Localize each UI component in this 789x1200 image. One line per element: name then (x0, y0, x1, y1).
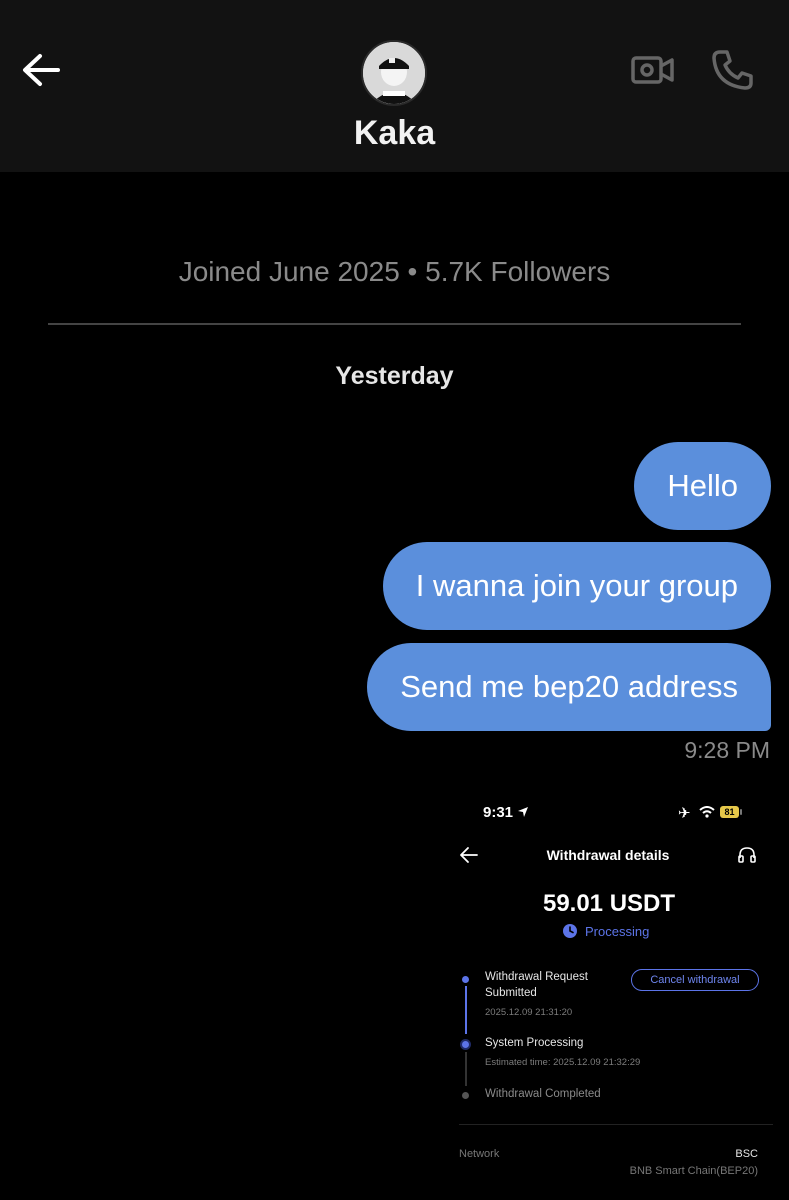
step-title: Withdrawal Request Submitted (485, 971, 588, 999)
status-bar-time: 9:31 (483, 804, 514, 821)
message-bubble[interactable]: I wanna join your group (382, 542, 771, 630)
timeline-dot-pending (462, 1092, 469, 1099)
profile-meta: Joined June 2025 • 5.7K Followers (178, 256, 611, 287)
network-label: Network (459, 1148, 500, 1160)
timeline-line-completed (464, 986, 467, 1034)
date-separator: Yesterday (335, 362, 454, 390)
phone-icon (712, 50, 753, 90)
divider (459, 1124, 773, 1125)
profile-avatar (363, 42, 425, 104)
network-value: BSC (735, 1148, 758, 1160)
message-bubble[interactable]: Hello (634, 442, 771, 530)
image-attachment[interactable]: 9:31 ✈ 81 Withdrawal details 59.01 USDT … (445, 790, 789, 1200)
video-call-button[interactable] (630, 50, 676, 90)
voice-call-button[interactable] (710, 48, 756, 92)
timeline-line-pending (464, 1052, 467, 1086)
headset-icon (738, 847, 756, 863)
back-button[interactable] (20, 52, 62, 88)
video-camera-icon (631, 56, 674, 84)
cancel-withdrawal-button[interactable]: Cancel withdrawal (631, 969, 759, 991)
step-detail: Estimated time: 2025.12.09 21:32:29 (485, 1057, 641, 1068)
withdrawal-title: Withdrawal details (546, 847, 670, 863)
step-detail: 2025.12.09 21:31:20 (485, 1007, 573, 1018)
message-timestamp: 9:28 PM (684, 737, 770, 763)
battery-indicator: 81 (720, 806, 739, 818)
clock-icon (563, 924, 577, 938)
timeline-dot-current (462, 1041, 469, 1048)
step-title: Withdrawal Completed (485, 1088, 601, 1100)
airplane-icon: ✈ (678, 805, 691, 822)
wifi-icon (699, 806, 715, 818)
network-subtitle: BNB Smart Chain(BEP20) (629, 1165, 758, 1177)
status-text: Processing (585, 924, 650, 939)
withdrawal-amount: 59.01 USDT (542, 890, 676, 917)
chat-header: Kaka (0, 0, 789, 172)
status-badge: Processing (563, 924, 649, 939)
step-title: System Processing (485, 1037, 584, 1049)
battery-tip (740, 809, 742, 815)
contact-name[interactable]: Kaka (0, 114, 789, 153)
timeline-dot-completed (462, 976, 469, 983)
location-arrow-icon (518, 807, 528, 817)
message-bubble[interactable]: Send me bep20 address (367, 643, 771, 731)
avatar[interactable] (361, 40, 427, 106)
arrow-left-icon (23, 54, 60, 86)
divider (48, 323, 741, 325)
